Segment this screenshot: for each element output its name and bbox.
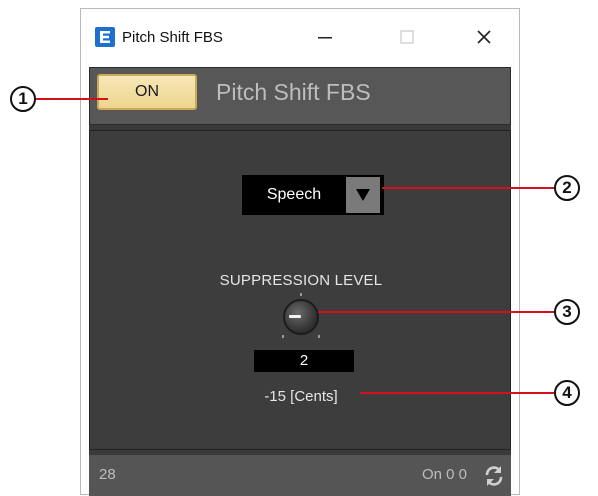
mode-value: Speech — [266, 186, 322, 203]
close-button[interactable] — [455, 17, 513, 57]
minimize-icon — [318, 37, 332, 39]
cents-readout: -15 [Cents] — [264, 388, 338, 405]
knob-dial[interactable] — [283, 299, 319, 335]
sync-icon[interactable] — [482, 464, 506, 488]
maximize-button[interactable] — [378, 17, 436, 57]
suppression-level-knob[interactable] — [274, 291, 328, 345]
status-text: On 0 0 — [422, 466, 468, 483]
knob-tick — [318, 335, 320, 338]
knob-pointer — [289, 315, 301, 318]
callout-3-leader — [318, 311, 554, 313]
minimize-button[interactable] — [296, 17, 354, 57]
window-title: Pitch Shift FBS — [122, 29, 223, 46]
callout-2: 2 — [554, 175, 580, 201]
dropdown-arrow-button[interactable] — [346, 177, 380, 213]
component-id: 28 — [99, 466, 116, 483]
callout-1-leader — [36, 98, 108, 100]
suppression-level-value[interactable]: 2 — [254, 350, 354, 372]
callout-4: 4 — [554, 380, 580, 406]
plugin-window: Pitch Shift FBS ON Pitch Shift FBS Speec… — [80, 8, 520, 496]
knob-tick — [282, 335, 284, 338]
title-bar: Pitch Shift FBS — [81, 9, 519, 67]
status-footer: 28 On 0 0 — [89, 455, 511, 496]
mode-dropdown[interactable]: Speech — [242, 175, 384, 215]
knob-tick — [300, 293, 302, 296]
component-editor: ON Pitch Shift FBS Speech SUPPRESSION LE… — [89, 67, 511, 496]
parameter-panel: Speech SUPPRESSION LEVEL 2 -15 [Cents] — [89, 130, 511, 450]
maximize-icon — [400, 30, 414, 44]
suppression-level-label: SUPPRESSION LEVEL — [219, 272, 383, 289]
component-title: Pitch Shift FBS — [216, 79, 371, 105]
dropdown-arrow-icon — [356, 189, 370, 201]
component-header: ON Pitch Shift FBS — [89, 67, 511, 125]
app-icon — [95, 27, 115, 47]
on-button[interactable]: ON — [97, 74, 197, 110]
callout-4-leader — [360, 392, 554, 394]
callout-1: 1 — [10, 86, 36, 112]
close-icon — [477, 30, 491, 44]
callout-2-leader — [382, 187, 554, 189]
callout-3: 3 — [554, 299, 580, 325]
